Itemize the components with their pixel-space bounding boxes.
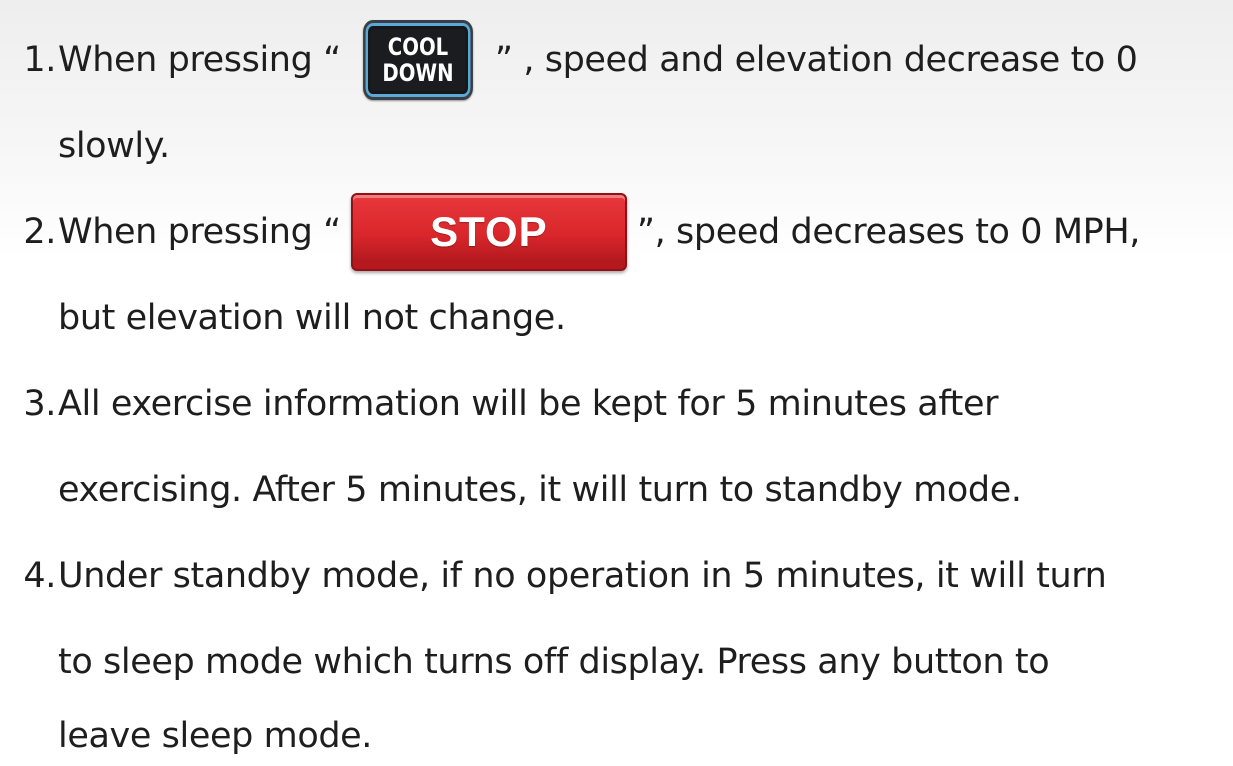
instruction-3-line-1: 3. All exercise information will be kept… bbox=[0, 374, 1233, 434]
instruction-2-line-2: but elevation will not change. bbox=[0, 288, 1233, 348]
instruction-text: but elevation will not change. bbox=[58, 298, 566, 338]
instruction-text: exercising. After 5 minutes, it will tur… bbox=[58, 470, 1022, 510]
item-number: 4. bbox=[23, 556, 56, 596]
instruction-text: leave sleep mode. bbox=[58, 716, 373, 756]
stop-button: STOP bbox=[350, 193, 627, 271]
instruction-3-line-2: exercising. After 5 minutes, it will tur… bbox=[0, 460, 1233, 520]
instruction-text: ”, speed decreases to 0 MPH, bbox=[636, 212, 1141, 252]
item-number: 3. bbox=[23, 384, 56, 424]
instruction-text: All exercise information will be kept fo… bbox=[58, 384, 999, 424]
instruction-text: Under standby mode, if no operation in 5… bbox=[58, 556, 1107, 596]
item-number: 2. bbox=[23, 212, 56, 252]
instruction-text: When pressing “ bbox=[58, 212, 341, 252]
cool-down-button: COOL DOWN bbox=[362, 20, 473, 100]
instruction-text: to sleep mode which turns off display. P… bbox=[58, 642, 1050, 682]
instruction-1-line-2: slowly. bbox=[0, 116, 1233, 176]
instruction-2-line-1: 2. When pressing “ STOP ”, speed decreas… bbox=[0, 193, 1233, 271]
cool-down-label-bottom: DOWN bbox=[382, 59, 454, 87]
instruction-text: ” , speed and elevation decrease to 0 bbox=[494, 40, 1138, 80]
instruction-4-line-3: leave sleep mode. bbox=[0, 706, 1233, 766]
instruction-text: When pressing “ bbox=[58, 40, 341, 80]
instruction-4-line-2: to sleep mode which turns off display. P… bbox=[0, 632, 1233, 692]
instruction-text: slowly. bbox=[58, 126, 170, 166]
cool-down-label-top: COOL bbox=[387, 33, 449, 61]
instruction-4-line-1: 4. Under standby mode, if no operation i… bbox=[0, 546, 1233, 606]
instruction-1-line-1: 1. When pressing “ COOL DOWN ” , speed a… bbox=[0, 20, 1233, 100]
item-number: 1. bbox=[23, 40, 56, 80]
